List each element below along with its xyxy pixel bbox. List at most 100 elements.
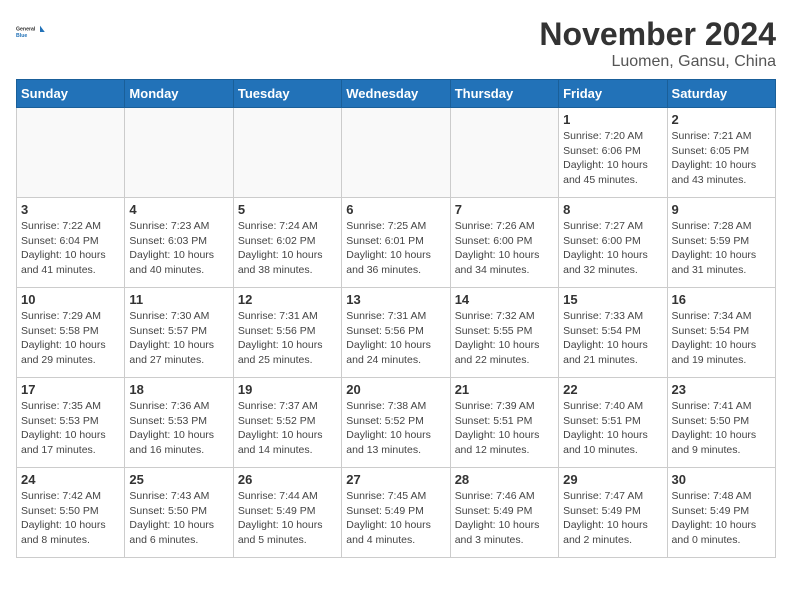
weekday-header-wednesday: Wednesday — [342, 80, 450, 108]
calendar-cell — [125, 108, 233, 198]
calendar-cell: 9 Sunrise: 7:28 AMSunset: 5:59 PMDaylight… — [667, 198, 775, 288]
logo-icon: GeneralBlue — [16, 16, 48, 48]
calendar-cell — [342, 108, 450, 198]
logo: GeneralBlue — [16, 16, 48, 48]
calendar-cell: 3Sunrise: 7:22 AMSunset: 6:04 PMDaylight… — [17, 198, 125, 288]
day-info: Sunrise: 7:31 AMSunset: 5:56 PMDaylight:… — [346, 309, 445, 368]
calendar-table: SundayMondayTuesdayWednesdayThursdayFrid… — [16, 79, 776, 558]
calendar-cell: 15 Sunrise: 7:33 AMSunset: 5:54 PMDayligh… — [559, 288, 667, 378]
day-info: Sunrise: 7:30 AMSunset: 5:57 PMDaylight:… — [129, 309, 228, 368]
calendar-cell: 6 Sunrise: 7:25 AMSunset: 6:01 PMDaylight… — [342, 198, 450, 288]
day-number: 12 — [238, 292, 337, 307]
weekday-header-friday: Friday — [559, 80, 667, 108]
day-info: Sunrise: 7:32 AMSunset: 5:55 PMDaylight:… — [455, 309, 554, 368]
day-number: 18 — [129, 382, 228, 397]
calendar-cell: 1 Sunrise: 7:20 AMSunset: 6:06 PMDaylight… — [559, 108, 667, 198]
calendar-cell: 14 Sunrise: 7:32 AMSunset: 5:55 PMDayligh… — [450, 288, 558, 378]
weekday-header-sunday: Sunday — [17, 80, 125, 108]
calendar-cell: 18 Sunrise: 7:36 AMSunset: 5:53 PMDayligh… — [125, 378, 233, 468]
day-info: Sunrise: 7:21 AMSunset: 6:05 PMDaylight:… — [672, 129, 771, 188]
day-info: Sunrise: 7:40 AMSunset: 5:51 PMDaylight:… — [563, 399, 662, 458]
day-info: Sunrise: 7:24 AMSunset: 6:02 PMDaylight:… — [238, 219, 337, 278]
calendar-cell: 7 Sunrise: 7:26 AMSunset: 6:00 PMDaylight… — [450, 198, 558, 288]
calendar-cell: 19Sunrise: 7:37 AMSunset: 5:52 PMDayligh… — [233, 378, 341, 468]
calendar-cell: 26 Sunrise: 7:44 AMSunset: 5:49 PMDayligh… — [233, 468, 341, 558]
calendar-cell: 10Sunrise: 7:29 AMSunset: 5:58 PMDayligh… — [17, 288, 125, 378]
day-number: 5 — [238, 202, 337, 217]
svg-text:Blue: Blue — [16, 33, 27, 39]
weekday-header-tuesday: Tuesday — [233, 80, 341, 108]
day-number: 24 — [21, 472, 120, 487]
day-info: Sunrise: 7:47 AMSunset: 5:49 PMDaylight:… — [563, 489, 662, 548]
svg-text:General: General — [16, 26, 36, 32]
day-info: Sunrise: 7:43 AMSunset: 5:50 PMDaylight:… — [129, 489, 228, 548]
day-info: Sunrise: 7:38 AMSunset: 5:52 PMDaylight:… — [346, 399, 445, 458]
calendar-cell: 12 Sunrise: 7:31 AMSunset: 5:56 PMDayligh… — [233, 288, 341, 378]
day-info: Sunrise: 7:42 AMSunset: 5:50 PMDaylight:… — [21, 489, 120, 548]
calendar-cell — [450, 108, 558, 198]
calendar-cell: 22 Sunrise: 7:40 AMSunset: 5:51 PMDayligh… — [559, 378, 667, 468]
day-number: 28 — [455, 472, 554, 487]
calendar-cell: 5 Sunrise: 7:24 AMSunset: 6:02 PMDaylight… — [233, 198, 341, 288]
calendar-week-5: 24 Sunrise: 7:42 AMSunset: 5:50 PMDayligh… — [17, 468, 776, 558]
weekday-header-thursday: Thursday — [450, 80, 558, 108]
day-number: 4 — [129, 202, 228, 217]
day-number: 15 — [563, 292, 662, 307]
day-number: 13 — [346, 292, 445, 307]
calendar-week-3: 10Sunrise: 7:29 AMSunset: 5:58 PMDayligh… — [17, 288, 776, 378]
weekday-header-monday: Monday — [125, 80, 233, 108]
day-number: 9 — [672, 202, 771, 217]
calendar-week-2: 3Sunrise: 7:22 AMSunset: 6:04 PMDaylight… — [17, 198, 776, 288]
title-area: November 2024 Luomen, Gansu, China — [539, 16, 776, 71]
day-number: 29 — [563, 472, 662, 487]
calendar-cell: 21Sunrise: 7:39 AMSunset: 5:51 PMDayligh… — [450, 378, 558, 468]
day-info: Sunrise: 7:36 AMSunset: 5:53 PMDaylight:… — [129, 399, 228, 458]
day-info: Sunrise: 7:25 AMSunset: 6:01 PMDaylight:… — [346, 219, 445, 278]
calendar-cell: 11Sunrise: 7:30 AMSunset: 5:57 PMDayligh… — [125, 288, 233, 378]
calendar-cell: 25 Sunrise: 7:43 AMSunset: 5:50 PMDayligh… — [125, 468, 233, 558]
day-number: 7 — [455, 202, 554, 217]
calendar-cell: 4Sunrise: 7:23 AMSunset: 6:03 PMDaylight… — [125, 198, 233, 288]
day-info: Sunrise: 7:20 AMSunset: 6:06 PMDaylight:… — [563, 129, 662, 188]
calendar-cell: 8 Sunrise: 7:27 AMSunset: 6:00 PMDaylight… — [559, 198, 667, 288]
day-info: Sunrise: 7:22 AMSunset: 6:04 PMDaylight:… — [21, 219, 120, 278]
day-number: 6 — [346, 202, 445, 217]
day-number: 1 — [563, 112, 662, 127]
day-info: Sunrise: 7:35 AMSunset: 5:53 PMDaylight:… — [21, 399, 120, 458]
calendar-cell: 24 Sunrise: 7:42 AMSunset: 5:50 PMDayligh… — [17, 468, 125, 558]
day-number: 20 — [346, 382, 445, 397]
calendar-cell: 20 Sunrise: 7:38 AMSunset: 5:52 PMDayligh… — [342, 378, 450, 468]
calendar-cell — [17, 108, 125, 198]
day-info: Sunrise: 7:41 AMSunset: 5:50 PMDaylight:… — [672, 399, 771, 458]
day-info: Sunrise: 7:44 AMSunset: 5:49 PMDaylight:… — [238, 489, 337, 548]
calendar-cell: 16Sunrise: 7:34 AMSunset: 5:54 PMDayligh… — [667, 288, 775, 378]
day-number: 2 — [672, 112, 771, 127]
day-info: Sunrise: 7:31 AMSunset: 5:56 PMDaylight:… — [238, 309, 337, 368]
day-info: Sunrise: 7:28 AMSunset: 5:59 PMDaylight:… — [672, 219, 771, 278]
calendar-cell: 2 Sunrise: 7:21 AMSunset: 6:05 PMDaylight… — [667, 108, 775, 198]
day-number: 26 — [238, 472, 337, 487]
day-number: 23 — [672, 382, 771, 397]
day-number: 8 — [563, 202, 662, 217]
weekday-header-saturday: Saturday — [667, 80, 775, 108]
day-number: 22 — [563, 382, 662, 397]
day-info: Sunrise: 7:48 AMSunset: 5:49 PMDaylight:… — [672, 489, 771, 548]
calendar-cell — [233, 108, 341, 198]
day-number: 17 — [21, 382, 120, 397]
calendar-week-4: 17 Sunrise: 7:35 AMSunset: 5:53 PMDayligh… — [17, 378, 776, 468]
day-number: 27 — [346, 472, 445, 487]
day-number: 14 — [455, 292, 554, 307]
day-info: Sunrise: 7:45 AMSunset: 5:49 PMDaylight:… — [346, 489, 445, 548]
day-info: Sunrise: 7:34 AMSunset: 5:54 PMDaylight:… — [672, 309, 771, 368]
day-info: Sunrise: 7:37 AMSunset: 5:52 PMDaylight:… — [238, 399, 337, 458]
day-info: Sunrise: 7:33 AMSunset: 5:54 PMDaylight:… — [563, 309, 662, 368]
calendar-week-1: 1 Sunrise: 7:20 AMSunset: 6:06 PMDaylight… — [17, 108, 776, 198]
calendar-cell: 27 Sunrise: 7:45 AMSunset: 5:49 PMDayligh… — [342, 468, 450, 558]
day-info: Sunrise: 7:26 AMSunset: 6:00 PMDaylight:… — [455, 219, 554, 278]
day-number: 25 — [129, 472, 228, 487]
day-number: 30 — [672, 472, 771, 487]
day-number: 10 — [21, 292, 120, 307]
day-info: Sunrise: 7:39 AMSunset: 5:51 PMDaylight:… — [455, 399, 554, 458]
weekday-header-row: SundayMondayTuesdayWednesdayThursdayFrid… — [17, 80, 776, 108]
day-info: Sunrise: 7:27 AMSunset: 6:00 PMDaylight:… — [563, 219, 662, 278]
